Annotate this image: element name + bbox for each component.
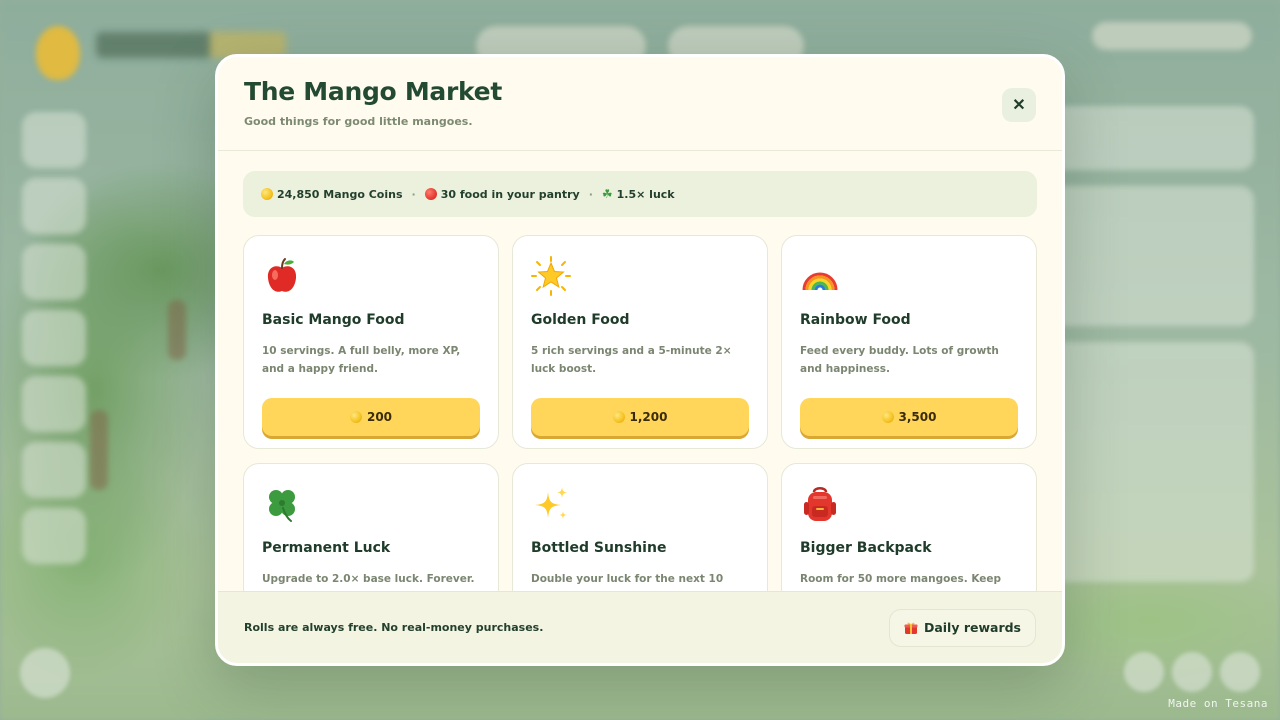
item-name: Bigger Backpack [800, 540, 932, 556]
item-name: Golden Food [531, 312, 630, 328]
buy-button-rainbow-food[interactable]: 3,500 [800, 398, 1018, 436]
close-icon: ✕ [1012, 97, 1026, 114]
star-icon [531, 254, 575, 298]
item-name: Basic Mango Food [262, 312, 405, 328]
item-name: Bottled Sunshine [531, 540, 667, 556]
item-card-basic-food: Basic Mango Food 10 servings. A full bel… [243, 235, 499, 449]
item-card-rainbow-food: Rainbow Food Feed every buddy. Lots of g… [781, 235, 1037, 449]
item-description: Feed every buddy. Lots of growth and hap… [800, 345, 999, 375]
coin-icon [261, 188, 273, 200]
close-button[interactable]: ✕ [1002, 88, 1036, 122]
market-modal: The Mango Market Good things for good li… [215, 54, 1065, 666]
modal-title: The Mango Market [244, 77, 502, 106]
modal-body: 24,850 Mango Coins · 30 food in your pan… [218, 151, 1062, 663]
watermark: Made on Tesana [1168, 697, 1268, 710]
item-price: 200 [366, 410, 393, 424]
item-price: 1,200 [629, 410, 668, 424]
coin-balance: 24,850 Mango Coins [261, 188, 403, 201]
footer-note: Rolls are always free. No real-money pur… [244, 621, 544, 634]
buy-button-basic-food[interactable]: 200 [262, 398, 480, 436]
rainbow-icon [800, 254, 844, 298]
daily-rewards-button[interactable]: Daily rewards [888, 608, 1036, 647]
coin-icon [612, 411, 625, 423]
item-price: 3,500 [898, 410, 937, 424]
daily-rewards-label: Daily rewards [923, 620, 1021, 635]
item-description: 10 servings. A full belly, more XP, and … [262, 345, 461, 375]
coin-icon [349, 411, 362, 423]
buy-button-golden-food[interactable]: 1,200 [531, 398, 749, 436]
coin-icon [881, 411, 894, 423]
food-count: 30 food in your pantry [424, 188, 580, 201]
modal-subtitle: Good things for good little mangoes. [244, 115, 473, 128]
backpack-icon [800, 482, 844, 526]
stat-separator: · [588, 187, 593, 201]
modal-header: The Mango Market Good things for good li… [218, 57, 1062, 151]
stat-separator: · [411, 187, 416, 201]
item-name: Rainbow Food [800, 312, 911, 328]
modal-footer: Rolls are always free. No real-money pur… [218, 591, 1062, 663]
clover-icon: ☘ [601, 187, 613, 201]
clover-icon [262, 482, 306, 526]
sparkles-icon [531, 482, 575, 526]
stats-bar: 24,850 Mango Coins · 30 food in your pan… [243, 171, 1037, 217]
apple-icon [262, 254, 306, 298]
luck-multiplier: ☘ 1.5× luck [601, 187, 675, 201]
item-name: Permanent Luck [262, 540, 391, 556]
item-description: 5 rich servings and a 5-minute 2× luck b… [531, 345, 732, 375]
gift-icon [904, 622, 918, 634]
apple-icon [424, 188, 437, 200]
item-card-golden-food: Golden Food 5 rich servings and a 5-minu… [512, 235, 768, 449]
